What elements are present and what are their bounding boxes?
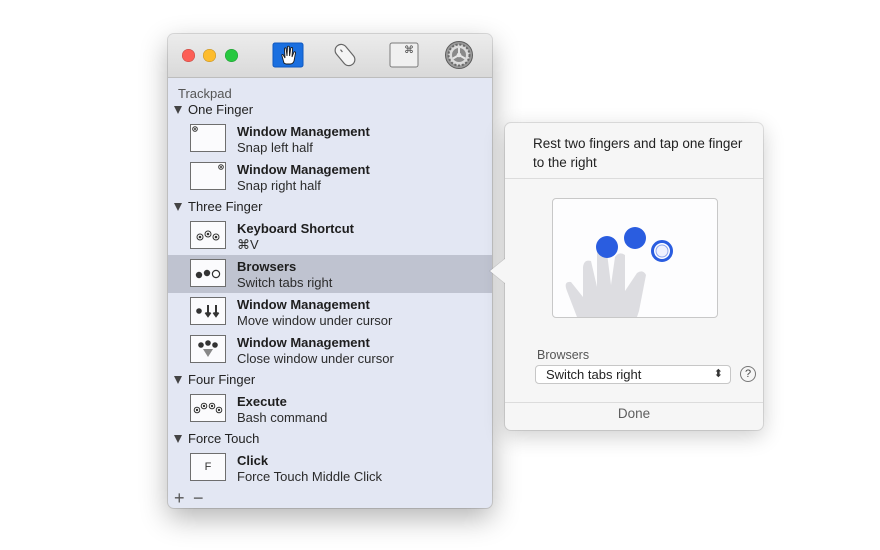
toolbar-mouse-button[interactable] <box>329 41 361 69</box>
disclosure-triangle-icon <box>174 202 182 211</box>
group-label: Four Finger <box>188 372 256 387</box>
gesture-thumbnail <box>190 394 226 422</box>
toolbar-settings-button[interactable] <box>443 41 475 69</box>
help-button[interactable]: ? <box>740 366 756 382</box>
group-three-finger[interactable]: Three Finger <box>174 199 262 214</box>
divider <box>505 402 763 403</box>
group-label: Three Finger <box>188 199 263 214</box>
item-title: Browsers <box>237 259 297 274</box>
bettertouchtool-window: ⌘ Trackpad One Finger Window Management <box>168 34 492 508</box>
gesture-thumbnail: F <box>190 453 226 481</box>
gesture-thumbnail <box>190 162 226 190</box>
disclosure-triangle-icon <box>174 434 182 443</box>
list-item-selected[interactable]: Browsers Switch tabs right <box>168 255 492 293</box>
gesture-popover: Rest two fingers and tap one finger to t… <box>505 123 763 430</box>
toolbar-keyboard-button[interactable]: ⌘ <box>388 41 420 69</box>
popover-arrow <box>490 258 506 284</box>
finger-touch-1 <box>596 236 618 258</box>
disclosure-triangle-icon <box>174 105 182 114</box>
minimize-button[interactable] <box>203 49 216 62</box>
finger-touch-2 <box>624 227 646 249</box>
item-subtitle: Switch tabs right <box>237 275 333 290</box>
group-one-finger[interactable]: One Finger <box>174 102 253 117</box>
item-title: Click <box>237 453 269 468</box>
gesture-description: Rest two fingers and tap one finger to t… <box>533 136 743 170</box>
divider <box>505 178 763 179</box>
item-subtitle: Force Touch Middle Click <box>237 469 382 484</box>
title-bar: ⌘ <box>168 34 492 78</box>
gesture-thumbnail <box>190 297 226 325</box>
gesture-list: Trackpad One Finger Window Management Sn… <box>168 78 492 508</box>
remove-button[interactable]: − <box>193 489 204 507</box>
action-select[interactable]: Switch tabs right ⬍ <box>535 365 731 384</box>
gesture-thumbnail <box>190 335 226 363</box>
list-item[interactable]: Keyboard Shortcut ⌘V <box>168 217 492 255</box>
item-title: Window Management <box>237 297 370 312</box>
gesture-thumbnail <box>190 259 226 287</box>
gesture-preview <box>552 198 718 318</box>
item-subtitle: Close window under cursor <box>237 351 394 366</box>
svg-text:⌘: ⌘ <box>404 45 414 56</box>
app-label: Browsers <box>537 348 590 362</box>
done-button[interactable]: Done <box>505 406 763 421</box>
item-subtitle: Snap left half <box>237 140 313 155</box>
list-item[interactable]: F Click Force Touch Middle Click <box>168 449 492 487</box>
list-item[interactable]: Window Management Snap left half <box>168 120 492 158</box>
gesture-thumbnail <box>190 124 226 152</box>
list-item[interactable]: Window Management Snap right half <box>168 158 492 196</box>
gear-icon <box>445 41 473 69</box>
section-title: Trackpad <box>178 86 232 101</box>
item-title: Window Management <box>237 124 370 139</box>
group-label: One Finger <box>188 102 254 117</box>
item-subtitle: Snap right half <box>237 178 321 193</box>
item-title: Window Management <box>237 335 370 350</box>
item-title: Keyboard Shortcut <box>237 221 355 236</box>
add-button[interactable]: + <box>174 489 185 507</box>
close-button[interactable] <box>182 49 195 62</box>
force-touch-glyph: F <box>204 461 212 473</box>
group-force-touch[interactable]: Force Touch <box>174 431 259 446</box>
disclosure-triangle-icon <box>174 375 182 384</box>
gesture-thumbnail <box>190 221 226 249</box>
item-subtitle: ⌘V <box>237 237 259 252</box>
list-item[interactable]: Window Management Move window under curs… <box>168 293 492 331</box>
item-subtitle: Move window under cursor <box>237 313 393 328</box>
item-subtitle: Bash command <box>237 410 328 425</box>
keyboard-command-icon: ⌘ <box>389 42 419 68</box>
toolbar-trackpad-button[interactable] <box>272 41 304 69</box>
trackpad-hand-icon <box>272 42 304 68</box>
mouse-icon <box>334 43 356 67</box>
list-item[interactable]: Execute Bash command <box>168 390 492 428</box>
zoom-button[interactable] <box>225 49 238 62</box>
list-item[interactable]: Window Management Close window under cur… <box>168 331 492 369</box>
group-label: Force Touch <box>188 431 260 446</box>
item-title: Window Management <box>237 162 370 177</box>
item-title: Execute <box>237 394 287 409</box>
action-select-value: Switch tabs right <box>546 367 642 382</box>
chevron-updown-icon: ⬍ <box>713 368 723 380</box>
group-four-finger[interactable]: Four Finger <box>174 372 255 387</box>
